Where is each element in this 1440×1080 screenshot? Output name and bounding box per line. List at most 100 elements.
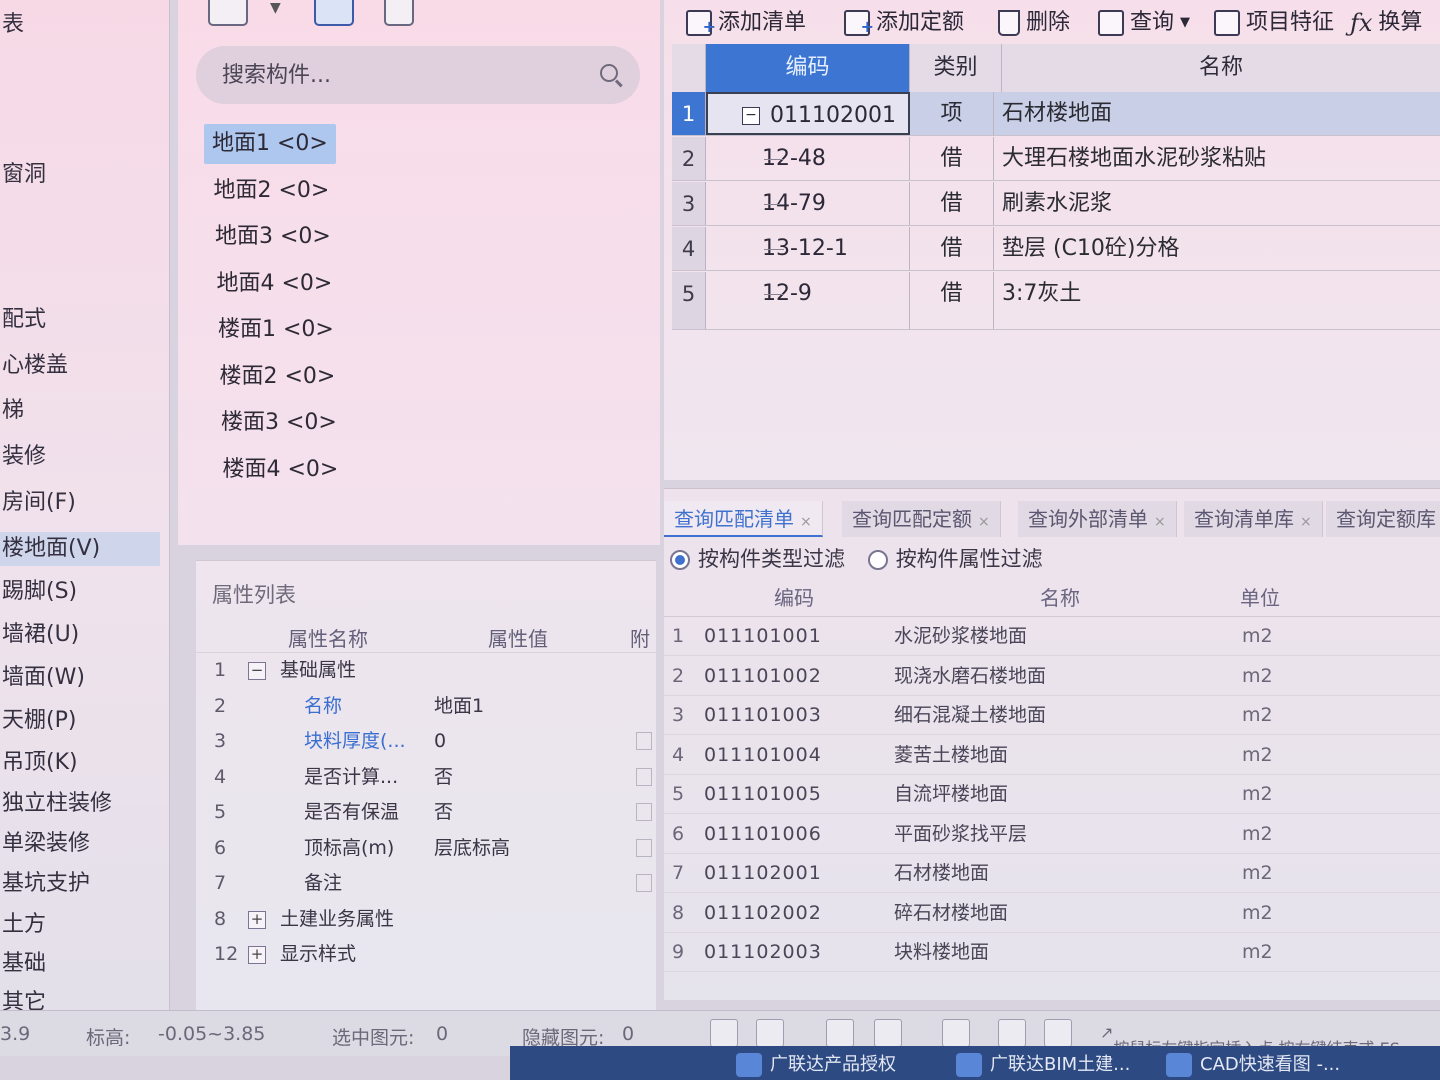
- nav-item[interactable]: 楼地面(V): [0, 532, 160, 566]
- nav-item[interactable]: 踢脚(S): [0, 575, 77, 609]
- nav-item[interactable]: 天棚(P): [0, 704, 76, 738]
- property-value[interactable]: 层底标高: [434, 831, 510, 866]
- nav-item[interactable]: 基坑支护: [0, 867, 90, 901]
- collapse-icon[interactable]: −: [742, 107, 760, 125]
- nav-item[interactable]: 墙裙(U): [0, 618, 79, 652]
- cross-icon[interactable]: [826, 1019, 854, 1047]
- collapse-icon[interactable]: −: [248, 662, 266, 680]
- header-code[interactable]: 编码: [706, 44, 910, 92]
- query-tab[interactable]: 查询外部清单 ×: [1018, 501, 1177, 537]
- expand-icon[interactable]: +: [248, 910, 266, 929]
- property-value[interactable]: 地面1: [434, 689, 484, 724]
- property-checkbox[interactable]: [636, 838, 652, 857]
- search-input[interactable]: [222, 62, 582, 88]
- table-row[interactable]: 2 12-48 借大理石楼地面水泥砂浆粘贴: [672, 137, 1440, 181]
- nav-item[interactable]: 基础: [0, 947, 46, 981]
- nav-item[interactable]: 单梁装修: [0, 827, 90, 861]
- component-item[interactable]: 楼面2 <0>: [212, 357, 344, 397]
- row-code[interactable]: 12-9: [706, 272, 910, 329]
- project-feature-button[interactable]: 项目特征: [1214, 6, 1334, 40]
- component-item[interactable]: 楼面4 <0>: [215, 450, 347, 490]
- component-item[interactable]: 地面1 <0>: [204, 124, 336, 164]
- search-icon[interactable]: [600, 64, 618, 82]
- property-row[interactable]: 5 是否有保温 否: [196, 795, 656, 830]
- component-search[interactable]: [196, 46, 640, 104]
- table-row[interactable]: 4 13-12-1 借垫层 (C10砼)分格: [672, 227, 1440, 271]
- property-value[interactable]: 0: [434, 724, 446, 759]
- query-row[interactable]: 5 011101005 自流坪楼地面 m2: [664, 775, 1440, 814]
- header-type[interactable]: 类别: [910, 44, 1002, 92]
- row-code[interactable]: 12-48: [706, 137, 910, 180]
- query-tab[interactable]: 查询定额库×: [1326, 501, 1440, 537]
- ortho-icon[interactable]: [710, 1019, 738, 1047]
- nav-item[interactable]: 梯: [0, 394, 24, 428]
- add-quota-button[interactable]: 添加定额: [844, 6, 964, 44]
- table-row[interactable]: 5 12-9 借 3:7灰土: [672, 272, 1440, 330]
- close-icon[interactable]: ×: [800, 514, 812, 530]
- property-row[interactable]: 2 名称 地面1: [196, 689, 656, 724]
- new-component-button[interactable]: [208, 0, 248, 26]
- property-row[interactable]: 1 − 基础属性: [196, 653, 656, 688]
- component-item[interactable]: 地面3 <0>: [207, 217, 339, 257]
- property-row[interactable]: 7 备注: [196, 866, 656, 901]
- property-row[interactable]: 4 是否计算... 否: [196, 760, 656, 795]
- component-item[interactable]: 楼面3 <0>: [213, 403, 345, 443]
- property-row[interactable]: 8 + 土建业务属性: [196, 902, 656, 937]
- query-row[interactable]: 8 011102002 碎石材楼地面 m2: [664, 894, 1440, 933]
- property-checkbox[interactable]: [636, 803, 652, 821]
- nav-item[interactable]: 土方: [0, 908, 46, 942]
- property-row[interactable]: 3 块料厚度(... 0: [196, 724, 656, 759]
- query-tab[interactable]: 查询匹配定额 ×: [842, 501, 1001, 537]
- table-row[interactable]: 3 14-79 借刷素水泥浆: [672, 182, 1440, 226]
- header-name[interactable]: 名称: [1002, 44, 1440, 92]
- snap-icon[interactable]: [756, 1019, 784, 1047]
- property-row[interactable]: 12 + 显示样式: [196, 937, 656, 972]
- property-checkbox[interactable]: [636, 874, 652, 892]
- nav-item[interactable]: 配式: [0, 303, 46, 337]
- component-item[interactable]: 地面4 <0>: [209, 264, 341, 304]
- nav-item[interactable]: 独立柱装修: [0, 787, 112, 821]
- delete-button[interactable]: 删除: [998, 6, 1070, 40]
- query-row[interactable]: 4 011101004 菱苦土楼地面 m2: [664, 736, 1440, 775]
- query-row[interactable]: 2 011101002 现浇水磨石楼地面 m2: [664, 657, 1440, 696]
- taskbar-app[interactable]: 广联达BIM土建...: [950, 1050, 1130, 1080]
- query-row[interactable]: 1 011101001 水泥砂浆楼地面 m2: [664, 617, 1440, 656]
- copy-icon[interactable]: [314, 0, 354, 26]
- property-checkbox[interactable]: [636, 767, 652, 786]
- query-row[interactable]: 3 011101003 细石混凝土楼地面 m2: [664, 696, 1440, 735]
- filter-by-type[interactable]: 按构件类型过滤: [670, 547, 845, 571]
- taskbar-app[interactable]: CAD快速看图 -...: [1160, 1050, 1340, 1080]
- convert-button[interactable]: ƒx 换算: [1350, 6, 1422, 40]
- close-icon[interactable]: ×: [1300, 514, 1312, 530]
- query-tab[interactable]: 查询匹配清单 ×: [664, 501, 823, 537]
- dimension-icon[interactable]: [942, 1019, 970, 1047]
- query-tab[interactable]: 查询清单库 ×: [1184, 501, 1323, 537]
- chevron-down-icon[interactable]: ▼: [270, 0, 281, 16]
- component-item[interactable]: 楼面1 <0>: [210, 310, 342, 350]
- close-icon[interactable]: ×: [1154, 514, 1166, 530]
- property-row[interactable]: 6 顶标高(m) 层底标高: [196, 831, 656, 866]
- nav-item[interactable]: 装修: [0, 440, 46, 474]
- property-value[interactable]: 否: [434, 760, 453, 795]
- component-item[interactable]: 地面2 <0>: [206, 171, 338, 211]
- close-icon[interactable]: ×: [978, 514, 990, 530]
- property-checkbox[interactable]: [636, 732, 652, 750]
- row-code[interactable]: −011102001: [706, 92, 910, 135]
- query-row[interactable]: 7 011102001 石材楼地面 m2: [664, 854, 1440, 893]
- arc-icon[interactable]: [1044, 1019, 1072, 1047]
- nav-item[interactable]: 墙面(W): [0, 661, 85, 695]
- row-code[interactable]: 14-79: [706, 182, 910, 225]
- delete-component-button[interactable]: [384, 0, 414, 26]
- query-row[interactable]: 9 011102003 块料楼地面 m2: [664, 933, 1440, 972]
- query-row[interactable]: 6 011101006 平面砂浆找平层 m2: [664, 815, 1440, 854]
- add-list-button[interactable]: 添加清单: [686, 6, 806, 44]
- nav-item[interactable]: 房间(F): [0, 486, 76, 520]
- radio-selected-icon[interactable]: [670, 550, 690, 570]
- nav-item[interactable]: 吊顶(K): [0, 746, 78, 780]
- radio-icon[interactable]: [867, 550, 888, 570]
- nav-item[interactable]: 心楼盖: [0, 349, 68, 383]
- query-button[interactable]: 查询 ▼: [1098, 6, 1190, 40]
- table-row[interactable]: 1−011102001 项石材楼地面: [672, 92, 1440, 136]
- row-code[interactable]: 13-12-1: [706, 227, 910, 270]
- nav-item[interactable]: 窗洞: [0, 158, 46, 192]
